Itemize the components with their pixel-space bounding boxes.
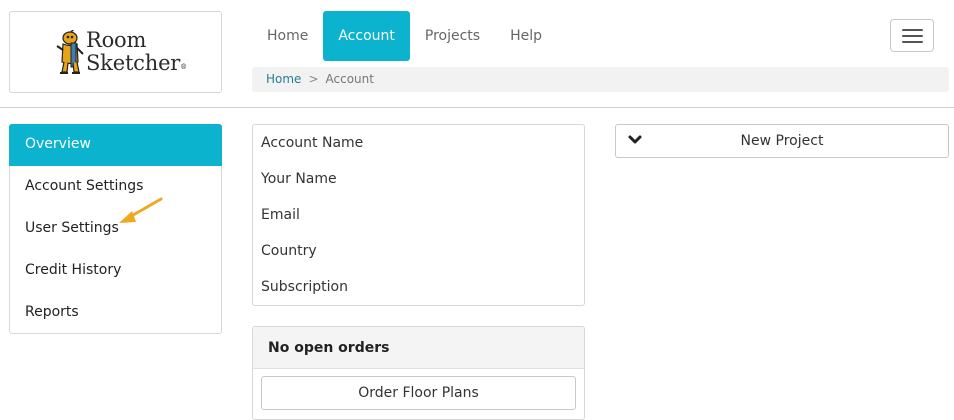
breadcrumb: Home > Account: [252, 67, 949, 92]
brand-line-1: Room: [86, 28, 147, 52]
orders-panel: No open orders Order Floor Plans: [252, 326, 585, 420]
email-label: Email: [261, 207, 300, 223]
brand-line-2: Sketcher: [86, 51, 181, 75]
breadcrumb-separator: >: [308, 72, 319, 86]
orders-panel-title: No open orders: [253, 327, 584, 369]
roomsketcher-mascot-icon: [56, 30, 84, 74]
top-nav: Home Account Projects Help: [252, 11, 557, 61]
hamburger-icon-bar: [902, 35, 923, 37]
breadcrumb-current: Account: [325, 72, 374, 86]
sidebar: Overview Account Settings User Settings …: [9, 124, 222, 334]
annotation-arrow-icon: [119, 197, 163, 223]
registered-mark: ®: [180, 63, 187, 71]
sidebar-item-overview[interactable]: Overview: [9, 124, 222, 166]
your-name-label: Your Name: [261, 171, 337, 187]
account-details-panel: Account Name Your Name Email Country Sub…: [252, 124, 585, 306]
country-label: Country: [261, 243, 317, 259]
hamburger-icon-bar: [902, 41, 923, 43]
nav-help[interactable]: Help: [495, 11, 557, 61]
sidebar-item-reports[interactable]: Reports: [10, 292, 221, 333]
order-floor-plans-button[interactable]: Order Floor Plans: [261, 376, 576, 410]
menu-toggle-button[interactable]: [890, 19, 934, 52]
header-divider: [0, 107, 954, 108]
account-name-label: Account Name: [261, 135, 364, 151]
logo[interactable]: Room Sketcher®: [9, 11, 222, 93]
hamburger-icon-bar: [902, 29, 923, 31]
subscription-label: Subscription: [261, 279, 348, 295]
sidebar-item-credit-history[interactable]: Credit History: [10, 250, 221, 291]
nav-projects[interactable]: Projects: [410, 11, 495, 61]
nav-home[interactable]: Home: [252, 11, 323, 61]
new-project-button[interactable]: New Project: [615, 124, 949, 158]
new-project-label: New Project: [740, 133, 824, 149]
brand-wordmark: Room Sketcher®: [86, 29, 187, 75]
nav-account[interactable]: Account: [323, 11, 410, 61]
breadcrumb-home-link[interactable]: Home: [266, 72, 301, 86]
